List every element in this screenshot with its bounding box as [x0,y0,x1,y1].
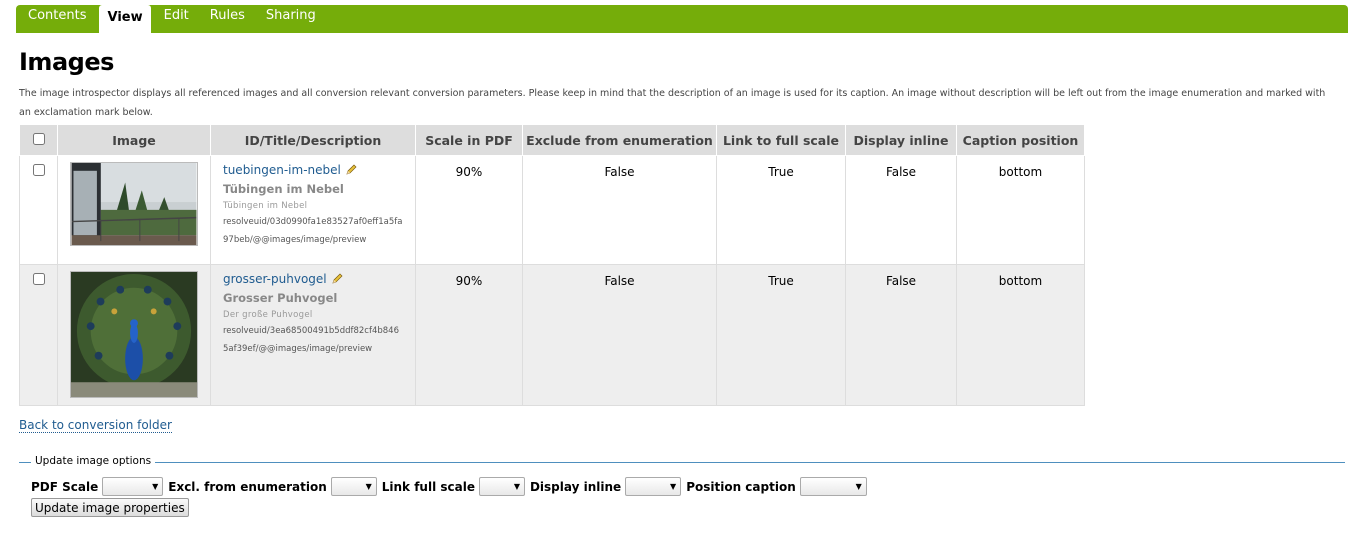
image-cell [57,155,211,265]
select-all-header [19,124,58,156]
landscape-thumbnail[interactable] [70,162,198,246]
exclude-cell: False [522,155,717,265]
position-caption-select[interactable]: ▼ [799,477,867,496]
header-inline: Display inline [845,124,957,156]
table-header-row: Image ID/Title/Description Scale in PDF … [19,124,1085,156]
header-link-full: Link to full scale [716,124,846,156]
fieldset-border [19,462,1345,463]
caret-down-icon: ▼ [670,482,677,491]
exclude-cell: False [522,264,717,406]
scale-cell: 90% [415,155,523,265]
table-row: tuebingen-im-nebel Tübingen im Nebel Tüb… [19,155,1085,265]
caption-cell: bottom [956,264,1085,406]
link-full-scale-label: Link full scale [381,479,475,494]
update-image-properties-button[interactable]: Update image properties [31,498,189,517]
caption-cell: bottom [956,155,1085,265]
inline-cell: False [845,264,957,406]
caret-down-icon: ▼ [365,482,372,491]
id-title-cell: grosser-puhvogel Grosser Puhvogel Der gr… [210,264,416,406]
caret-down-icon: ▼ [513,482,520,491]
pencil-icon[interactable] [331,273,343,288]
page-title: Images [19,48,114,76]
link-full-cell: True [716,155,846,265]
row-select-cell [19,264,58,406]
tab-edit[interactable]: Edit [156,5,197,29]
excl-enumeration-select[interactable]: ▼ [330,477,377,496]
position-caption-label: Position caption [686,479,796,494]
image-description: Der große Puhvogel [223,310,313,320]
image-uid: resolveuid/03d0990fa1e83527af0eff1a5fa97… [223,217,403,245]
intro-text: The image introspector displays all refe… [19,88,1326,118]
link-full-cell: True [716,264,846,406]
tab-rules[interactable]: Rules [202,5,253,29]
header-exclude: Exclude from enumeration [522,124,717,156]
header-caption: Caption position [956,124,1085,156]
row-checkbox[interactable] [32,273,45,285]
image-id-link[interactable]: tuebingen-im-nebel [223,163,341,177]
header-id-title: ID/Title/Description [210,124,416,156]
peacock-thumbnail[interactable] [70,271,198,398]
row-checkbox[interactable] [32,164,45,176]
display-inline-label: Display inline [529,479,622,494]
caret-down-icon: ▼ [152,482,159,491]
tab-bar: Contents View Edit Rules Sharing [16,5,1348,33]
pencil-icon[interactable] [345,164,357,179]
images-table: Image ID/Title/Description Scale in PDF … [19,124,1085,406]
display-inline-select[interactable]: ▼ [625,477,682,496]
fieldset-legend: Update image options [31,455,156,467]
image-cell [57,264,211,406]
image-title: Tübingen im Nebel [223,182,344,196]
id-title-cell: tuebingen-im-nebel Tübingen im Nebel Tüb… [210,155,416,265]
image-description: Tübingen im Nebel [223,201,308,211]
header-image: Image [57,124,211,156]
select-all-checkbox[interactable] [32,132,45,145]
scale-cell: 90% [415,264,523,406]
pdf-scale-label: PDF Scale [31,479,99,494]
inline-cell: False [845,155,957,265]
tab-view[interactable]: View [99,5,151,33]
image-options-form: PDF Scale ▼ Excl. from enumeration ▼ Lin… [31,477,872,496]
back-to-folder-link[interactable]: Back to conversion folder [19,418,172,433]
pdf-scale-select[interactable]: ▼ [102,477,164,496]
caret-down-icon: ▼ [855,482,862,491]
link-full-scale-select[interactable]: ▼ [478,477,525,496]
image-id-link[interactable]: grosser-puhvogel [223,272,327,286]
tab-sharing[interactable]: Sharing [258,5,324,29]
image-uid: resolveuid/3ea68500491b5ddf82cf4b8465af3… [223,326,400,354]
header-scale: Scale in PDF [415,124,523,156]
image-title: Grosser Puhvogel [223,291,338,305]
table-row: grosser-puhvogel Grosser Puhvogel Der gr… [19,264,1085,406]
row-select-cell [19,155,58,265]
tab-contents[interactable]: Contents [20,5,94,29]
excl-enumeration-label: Excl. from enumeration [168,479,327,494]
